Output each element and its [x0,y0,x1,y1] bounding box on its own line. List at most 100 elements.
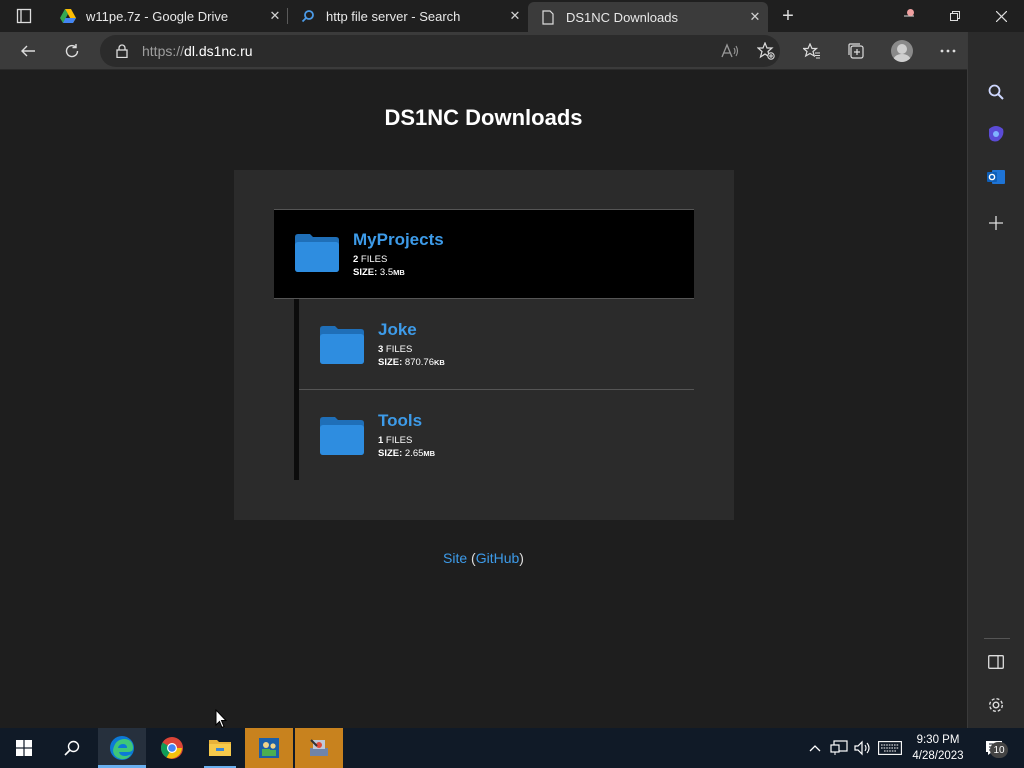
restore-icon [950,11,960,21]
tab-google-drive[interactable]: w11pe.7z - Google Drive ✕ [48,0,288,32]
profile-button[interactable] [880,32,924,70]
folder-item-myprojects[interactable]: MyProjects 2 FILES SIZE: 3.5MB [274,209,694,299]
sidebar-hide-button[interactable] [980,646,1012,678]
taskbar-file-explorer[interactable] [196,728,244,768]
tab-actions-icon [16,8,32,24]
folder-icon [209,740,231,756]
page-icon [540,9,556,25]
folder-size: SIZE: 3.5MB [353,267,405,278]
taskbar-app-setup[interactable] [295,728,343,768]
sidebar-outlook-button[interactable] [980,161,1012,193]
edge-sidebar [967,32,1024,728]
restore-button[interactable] [932,0,978,32]
favorites-icon [803,43,820,59]
network-icon [830,740,848,755]
back-button[interactable] [6,32,50,70]
search-icon [64,740,80,756]
gear-icon [988,697,1004,713]
clock-date: 4/28/2023 [912,750,964,762]
avatar [891,40,913,62]
google-drive-icon [60,8,76,24]
url-scheme: https:// [142,43,185,59]
folder-item-joke[interactable]: Joke 3 FILES SIZE: 870.76KB [299,300,694,390]
taskbar-chrome[interactable] [148,728,196,768]
taskbar-app-users[interactable] [245,728,293,768]
address-toolbar: https://dl.ds1nc.ru [0,32,1024,70]
volume-button[interactable] [852,728,874,768]
folder-item-tools[interactable]: Tools 1 FILES SIZE: 2.65MB [299,391,694,481]
folder-file-count: 2 FILES [353,254,388,265]
close-icon[interactable]: ✕ [262,8,288,24]
close-icon[interactable]: ✕ [742,9,768,25]
tab-actions-button[interactable] [0,0,48,32]
clock[interactable]: 9:30 PM 4/28/2023 [908,732,968,764]
folder-name[interactable]: Joke [378,320,417,340]
search-icon [988,84,1004,100]
folder-size: SIZE: 2.65MB [378,448,436,459]
keyboard-icon [878,741,902,755]
add-favorite-button[interactable] [748,32,784,70]
taskbar: 9:30 PM 4/28/2023 [0,728,1024,768]
folder-file-count: 1 FILES [378,435,413,446]
network-button[interactable] [828,728,850,768]
read-aloud-button[interactable] [712,32,748,70]
notification-count-badge: 10 [990,742,1008,758]
windows-icon [16,740,32,756]
folder-meta: 2 FILES SIZE: 3.5MB [353,253,405,279]
folder-icon [295,234,339,272]
sidebar-add-button[interactable] [980,207,1012,239]
minimize-button[interactable] [886,0,932,32]
setup-app-icon [310,739,328,756]
close-icon[interactable]: ✕ [502,8,528,24]
copilot-icon [989,126,1004,142]
sidebar-discover-button[interactable] [980,118,1012,150]
address-field[interactable]: https://dl.ds1nc.ru [100,35,780,67]
sidebar-settings-button[interactable] [980,689,1012,721]
tab-title: DS1NC Downloads [566,9,678,25]
folder-name[interactable]: Tools [378,411,422,431]
settings-more-button[interactable] [924,32,972,70]
page-title: DS1NC Downloads [384,105,583,130]
clock-time: 9:30 PM [916,734,960,746]
start-button[interactable] [0,728,48,768]
search-icon [300,8,316,24]
tab-search[interactable]: http file server - Search ✕ [288,0,528,32]
url-host: dl.ds1nc.ru [184,43,253,59]
more-icon [940,49,956,53]
read-aloud-icon [721,43,739,58]
profile-status-dot [907,9,914,16]
folder-panel: MyProjects 2 FILES SIZE: 3.5MB Joke 3 FI… [234,170,734,520]
collections-icon [848,43,864,59]
browser-toolbar [792,32,972,70]
refresh-icon [65,44,79,58]
sidebar-toggle-icon [988,655,1004,669]
favorites-button[interactable] [792,32,832,70]
paren: ( [467,550,476,566]
close-window-button[interactable] [978,0,1024,32]
address-field-actions [712,32,784,70]
outlook-icon [987,170,1005,184]
window-controls [886,0,1024,32]
tab-title: http file server - Search [326,8,461,24]
taskbar-search-button[interactable] [48,728,96,768]
folder-name[interactable]: MyProjects [353,230,444,250]
collections-button[interactable] [832,32,880,70]
tab-ds1nc-downloads[interactable]: DS1NC Downloads ✕ [528,2,768,32]
refresh-button[interactable] [50,32,94,70]
plus-icon [989,216,1003,230]
sidebar-search-button[interactable] [980,76,1012,108]
paren: ) [519,550,524,566]
taskbar-edge[interactable] [98,728,146,768]
web-page: DS1NC Downloads MyProjects 2 FILES SIZE:… [0,71,967,728]
site-link[interactable]: Site [443,550,467,566]
folder-size: SIZE: 870.76KB [378,357,445,368]
keyboard-button[interactable] [877,728,903,768]
folder-file-count: 3 FILES [378,344,413,355]
github-link[interactable]: GitHub [476,550,520,566]
new-tab-button[interactable]: + [768,0,808,32]
star-add-icon [757,42,775,60]
users-app-icon [259,738,279,758]
folder-meta: 3 FILES SIZE: 870.76KB [378,343,445,369]
back-arrow-icon [21,45,35,57]
tray-overflow-button[interactable] [806,728,824,768]
